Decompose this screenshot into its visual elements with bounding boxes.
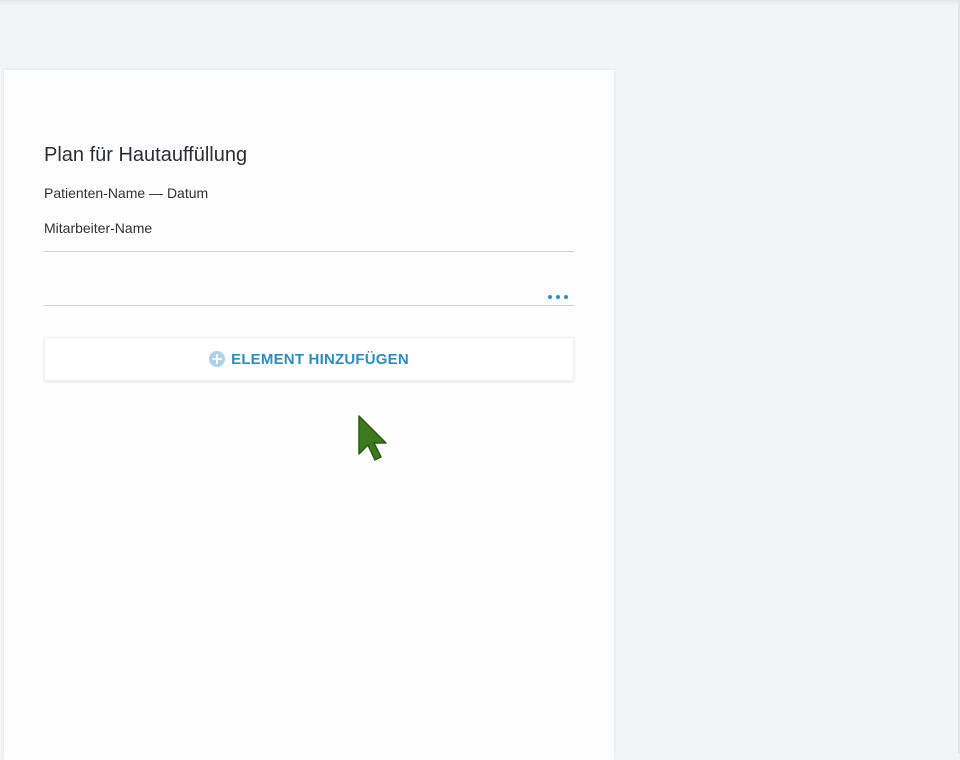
top-shade xyxy=(0,0,960,6)
more-options-icon[interactable] xyxy=(548,292,568,302)
mouse-pointer-icon xyxy=(358,415,387,461)
staff-name: Mitarbeiter-Name xyxy=(44,220,153,236)
plus-circle-icon xyxy=(209,351,226,367)
dot xyxy=(556,295,560,299)
empty-item-row xyxy=(44,252,574,306)
document-title: Plan für Hautauffüllung xyxy=(44,144,248,166)
add-element-label: ELEMENT HINZUFÜGEN xyxy=(231,350,409,368)
item-divider xyxy=(44,305,574,306)
add-element-button[interactable]: ELEMENT HINZUFÜGEN xyxy=(44,337,574,381)
dot xyxy=(564,295,568,299)
document-card: Plan für Hautauffüllung Patienten-Name —… xyxy=(4,70,614,760)
patient-name-date: Patienten-Name — Datum xyxy=(44,185,209,201)
dot xyxy=(548,295,552,299)
